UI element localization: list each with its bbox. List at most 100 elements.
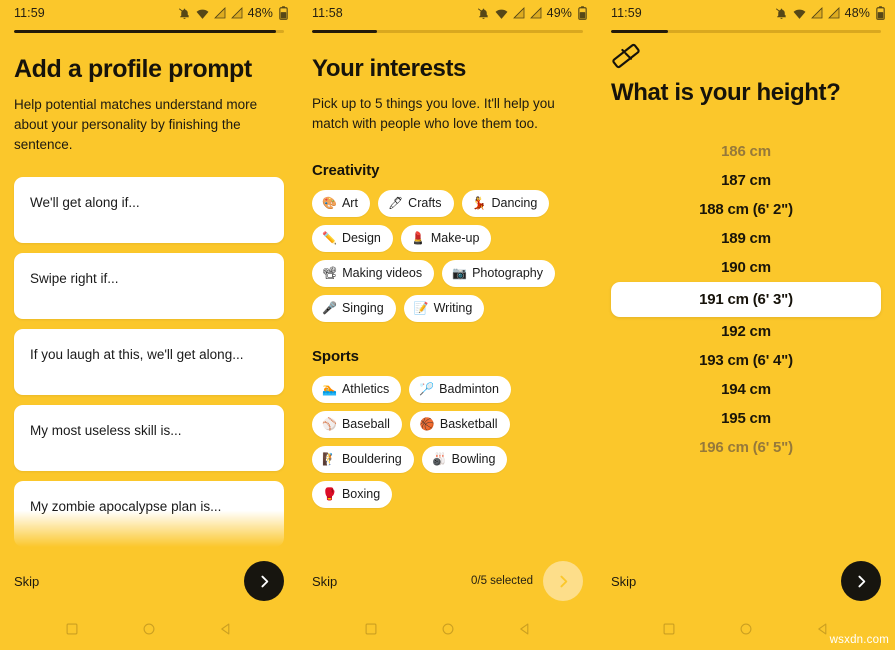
square-icon[interactable] (65, 622, 79, 636)
wifi-icon (196, 9, 209, 19)
interest-chip-writing[interactable]: 📝 Writing (403, 294, 485, 322)
page-title: What is your height? (611, 79, 841, 106)
height-option[interactable]: 187 cm (611, 166, 881, 195)
signal-off-icon (512, 7, 525, 19)
prompt-card[interactable]: If you laugh at this, we'll get along... (14, 328, 284, 395)
interest-chip-badminton[interactable]: 🏸 Badminton (409, 375, 511, 403)
android-nav-bar (298, 608, 597, 650)
status-icons: 48% (178, 6, 288, 20)
chip-group-creativity: 🎨 Art 🖊 Crafts 💃 Dancing ✏️ Design 💄 Make-up … (312, 189, 583, 322)
chip-label: Writing (433, 300, 473, 315)
badminton-icon: 🏸 (419, 382, 435, 397)
page-title: Add a profile prompt (14, 55, 252, 83)
triangle-back-icon[interactable] (518, 622, 532, 636)
chip-label: Design (341, 230, 381, 245)
height-option[interactable]: 196 cm (6' 5") (611, 433, 881, 462)
screens-container: 11:59 48% Add a profile prompt Help pote… (0, 0, 895, 650)
interest-chip-design[interactable]: ✏️ Design (312, 224, 393, 252)
circle-icon[interactable] (739, 622, 753, 636)
next-button[interactable] (841, 561, 881, 601)
onboarding-progress-bar (611, 30, 881, 33)
interest-chip-art[interactable]: 🎨 Art (312, 189, 370, 217)
prompt-card[interactable]: We'll get along if... (14, 176, 284, 243)
notifications-off-icon (178, 7, 189, 19)
battery-percentage: 48% (247, 6, 273, 20)
bottom-bar-right (841, 561, 881, 601)
signal-off-icon (230, 7, 243, 19)
chip-label: Crafts (408, 195, 442, 210)
prompt-card[interactable]: My zombie apocalypse plan is... (14, 480, 284, 547)
wifi-icon (793, 9, 806, 19)
interest-chip-making-videos[interactable]: 📽 Making videos (312, 259, 435, 287)
lipstick-icon: 💄 (410, 231, 426, 246)
prompt-card[interactable]: Swipe right if... (14, 252, 284, 319)
android-nav-bar (0, 608, 298, 650)
height-option[interactable]: 193 cm (6' 4") (611, 346, 881, 375)
interest-chip-basketball[interactable]: 🏀 Basketball (409, 410, 510, 438)
status-bar: 11:59 48% (0, 0, 298, 26)
signal-off-icon (827, 7, 840, 19)
triangle-back-icon[interactable] (219, 622, 233, 636)
palette-icon: 🎨 (322, 196, 337, 211)
interest-chip-bouldering[interactable]: 🧗 Bouldering (312, 445, 414, 473)
circle-icon[interactable] (441, 622, 455, 636)
ruler-icon (612, 43, 640, 69)
chip-label: Bowling (451, 451, 496, 466)
bottom-bar: Skip (0, 554, 298, 608)
skip-button[interactable]: Skip (14, 574, 39, 589)
interest-chip-singing[interactable]: 🎤 Singing (312, 294, 396, 322)
interest-chip-bowling[interactable]: 🎳 Bowling (421, 445, 508, 473)
watermark: wsxdn.com (829, 634, 889, 646)
chip-label: Bouldering (341, 451, 402, 466)
interest-chip-baseball[interactable]: ⚾ Baseball (312, 410, 402, 438)
pencil-icon: ✏️ (322, 231, 337, 246)
next-button[interactable] (543, 561, 583, 601)
square-icon[interactable] (364, 622, 378, 636)
prompt-card-list: We'll get along if... Swipe right if... … (14, 176, 284, 547)
chip-label: Singing (341, 300, 384, 315)
athletics-icon: 🏊 (322, 382, 337, 397)
height-option[interactable]: 194 cm (611, 375, 881, 404)
height-option[interactable]: 195 cm (611, 404, 881, 433)
skip-button[interactable]: Skip (611, 574, 636, 589)
next-button[interactable] (244, 561, 284, 601)
wifi-icon (495, 9, 508, 19)
baseball-icon: ⚾ (322, 417, 337, 432)
interest-chip-make-up[interactable]: 💄 Make-up (400, 224, 492, 252)
interest-chip-athletics[interactable]: 🏊 Athletics (312, 375, 402, 403)
notifications-off-icon (775, 7, 786, 19)
interest-chip-dancing[interactable]: 💃 Dancing (461, 189, 550, 217)
chip-label: Photography (472, 265, 543, 280)
chevron-right-icon (857, 575, 865, 587)
signal-off-icon (213, 7, 226, 19)
interest-chip-crafts[interactable]: 🖊 Crafts (377, 189, 454, 217)
square-icon[interactable] (662, 622, 676, 636)
section-heading-creativity: Creativity (312, 161, 380, 179)
interest-chip-boxing[interactable]: 🥊 Boxing (312, 480, 393, 508)
height-picker[interactable]: 186 cm 187 cm 188 cm (6' 2") 189 cm 190 … (611, 137, 881, 462)
skip-button[interactable]: Skip (312, 574, 337, 589)
camera-icon: 📷 (452, 266, 468, 281)
bowling-icon: 🎳 (431, 452, 447, 467)
battery-icon (876, 6, 885, 20)
screen-what-is-your-height: 11:59 48% What is your height? 186 cm 18… (597, 0, 895, 650)
chip-label: Badminton (439, 381, 499, 396)
chip-label: Dancing (491, 195, 538, 210)
circle-icon[interactable] (142, 622, 156, 636)
film-icon: 📽 (322, 266, 338, 281)
height-option[interactable]: 190 cm (611, 253, 881, 282)
height-option[interactable]: 189 cm (611, 224, 881, 253)
bottom-bar-right: 0/5 selected (471, 561, 583, 601)
height-option[interactable]: 188 cm (6' 2") (611, 195, 881, 224)
dancer-icon: 💃 (471, 196, 487, 211)
height-option[interactable]: 186 cm (611, 137, 881, 166)
onboarding-progress-bar (312, 30, 583, 33)
chip-label: Making videos (342, 265, 423, 280)
height-option-selected[interactable]: 191 cm (6' 3") (611, 281, 881, 317)
height-option[interactable]: 192 cm (611, 317, 881, 346)
interest-chip-photography[interactable]: 📷 Photography (442, 259, 555, 287)
triangle-back-icon[interactable] (816, 622, 830, 636)
prompt-card[interactable]: My most useless skill is... (14, 404, 284, 471)
progress-fill (611, 30, 668, 33)
chevron-right-icon (260, 575, 268, 587)
